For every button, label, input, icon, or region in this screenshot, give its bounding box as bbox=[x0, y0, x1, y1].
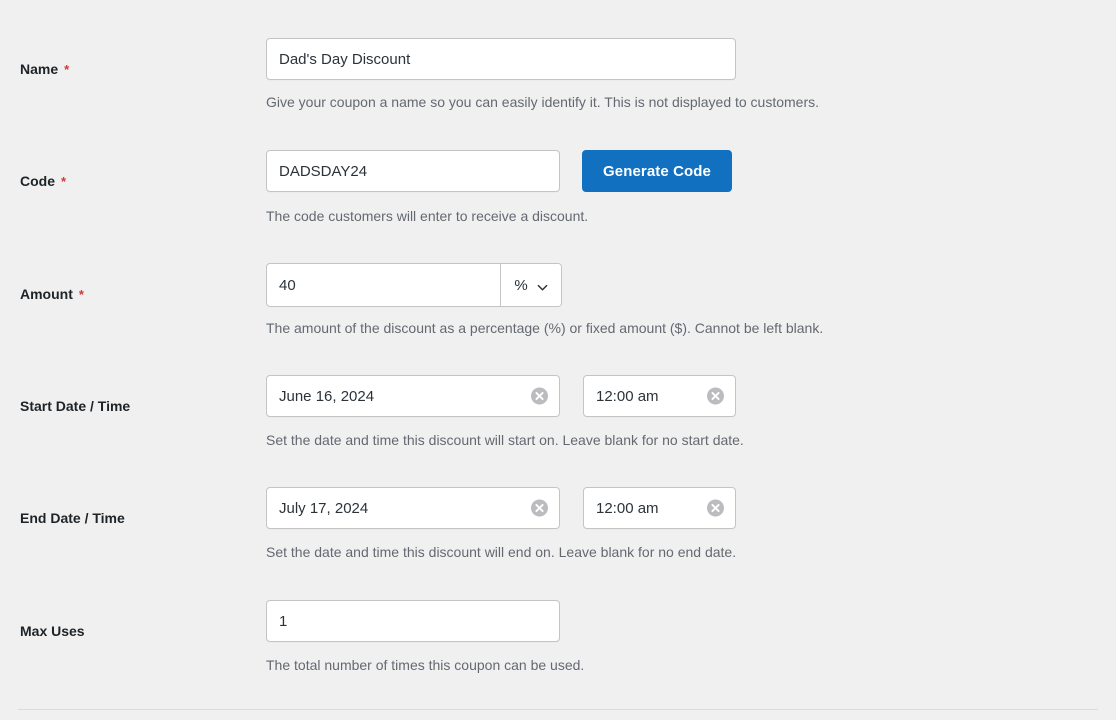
amount-required-marker: * bbox=[79, 287, 84, 302]
end-time-clear-icon[interactable] bbox=[707, 500, 724, 517]
amount-control: % bbox=[266, 263, 562, 307]
start-datetime-control bbox=[266, 375, 736, 417]
name-required-marker: * bbox=[64, 62, 69, 77]
end-time-wrapper bbox=[583, 487, 736, 529]
end-datetime-control bbox=[266, 487, 736, 529]
amount-input[interactable] bbox=[267, 264, 500, 306]
chevron-down-icon bbox=[537, 280, 548, 291]
end-datetime-description: Set the date and time this discount will… bbox=[266, 542, 736, 562]
end-date-input[interactable] bbox=[266, 487, 560, 529]
start-time-wrapper bbox=[583, 375, 736, 417]
start-datetime-label: Start Date / Time bbox=[20, 397, 250, 415]
name-label-text: Name bbox=[20, 61, 58, 77]
code-control bbox=[266, 150, 560, 192]
name-control bbox=[266, 38, 736, 80]
amount-unit-value: % bbox=[514, 277, 527, 294]
max-uses-input[interactable] bbox=[266, 600, 560, 642]
generate-code-button[interactable]: Generate Code bbox=[582, 150, 732, 192]
max-uses-control bbox=[266, 600, 560, 642]
code-label-text: Code bbox=[20, 173, 55, 189]
amount-label: Amount * bbox=[20, 285, 250, 304]
start-date-clear-icon[interactable] bbox=[531, 388, 548, 405]
coupon-settings-form: Name * Give your coupon a name so you can… bbox=[0, 0, 1116, 720]
name-label: Name * bbox=[20, 60, 250, 79]
end-date-wrapper bbox=[266, 487, 560, 529]
max-uses-description: The total number of times this coupon ca… bbox=[266, 655, 584, 675]
name-input[interactable] bbox=[266, 38, 736, 80]
code-label: Code * bbox=[20, 172, 250, 191]
start-date-wrapper bbox=[266, 375, 560, 417]
amount-label-text: Amount bbox=[20, 286, 73, 302]
start-date-input[interactable] bbox=[266, 375, 560, 417]
start-datetime-description: Set the date and time this discount will… bbox=[266, 430, 744, 450]
amount-description: The amount of the discount as a percenta… bbox=[266, 318, 823, 338]
code-required-marker: * bbox=[61, 174, 66, 189]
amount-unit-select[interactable]: % bbox=[500, 264, 561, 306]
code-description: The code customers will enter to receive… bbox=[266, 206, 588, 226]
code-input[interactable] bbox=[266, 150, 560, 192]
name-description: Give your coupon a name so you can easil… bbox=[266, 92, 819, 112]
end-datetime-label: End Date / Time bbox=[20, 509, 250, 527]
end-date-clear-icon[interactable] bbox=[531, 500, 548, 517]
max-uses-label: Max Uses bbox=[20, 622, 250, 640]
section-divider bbox=[18, 709, 1098, 710]
start-time-clear-icon[interactable] bbox=[707, 388, 724, 405]
